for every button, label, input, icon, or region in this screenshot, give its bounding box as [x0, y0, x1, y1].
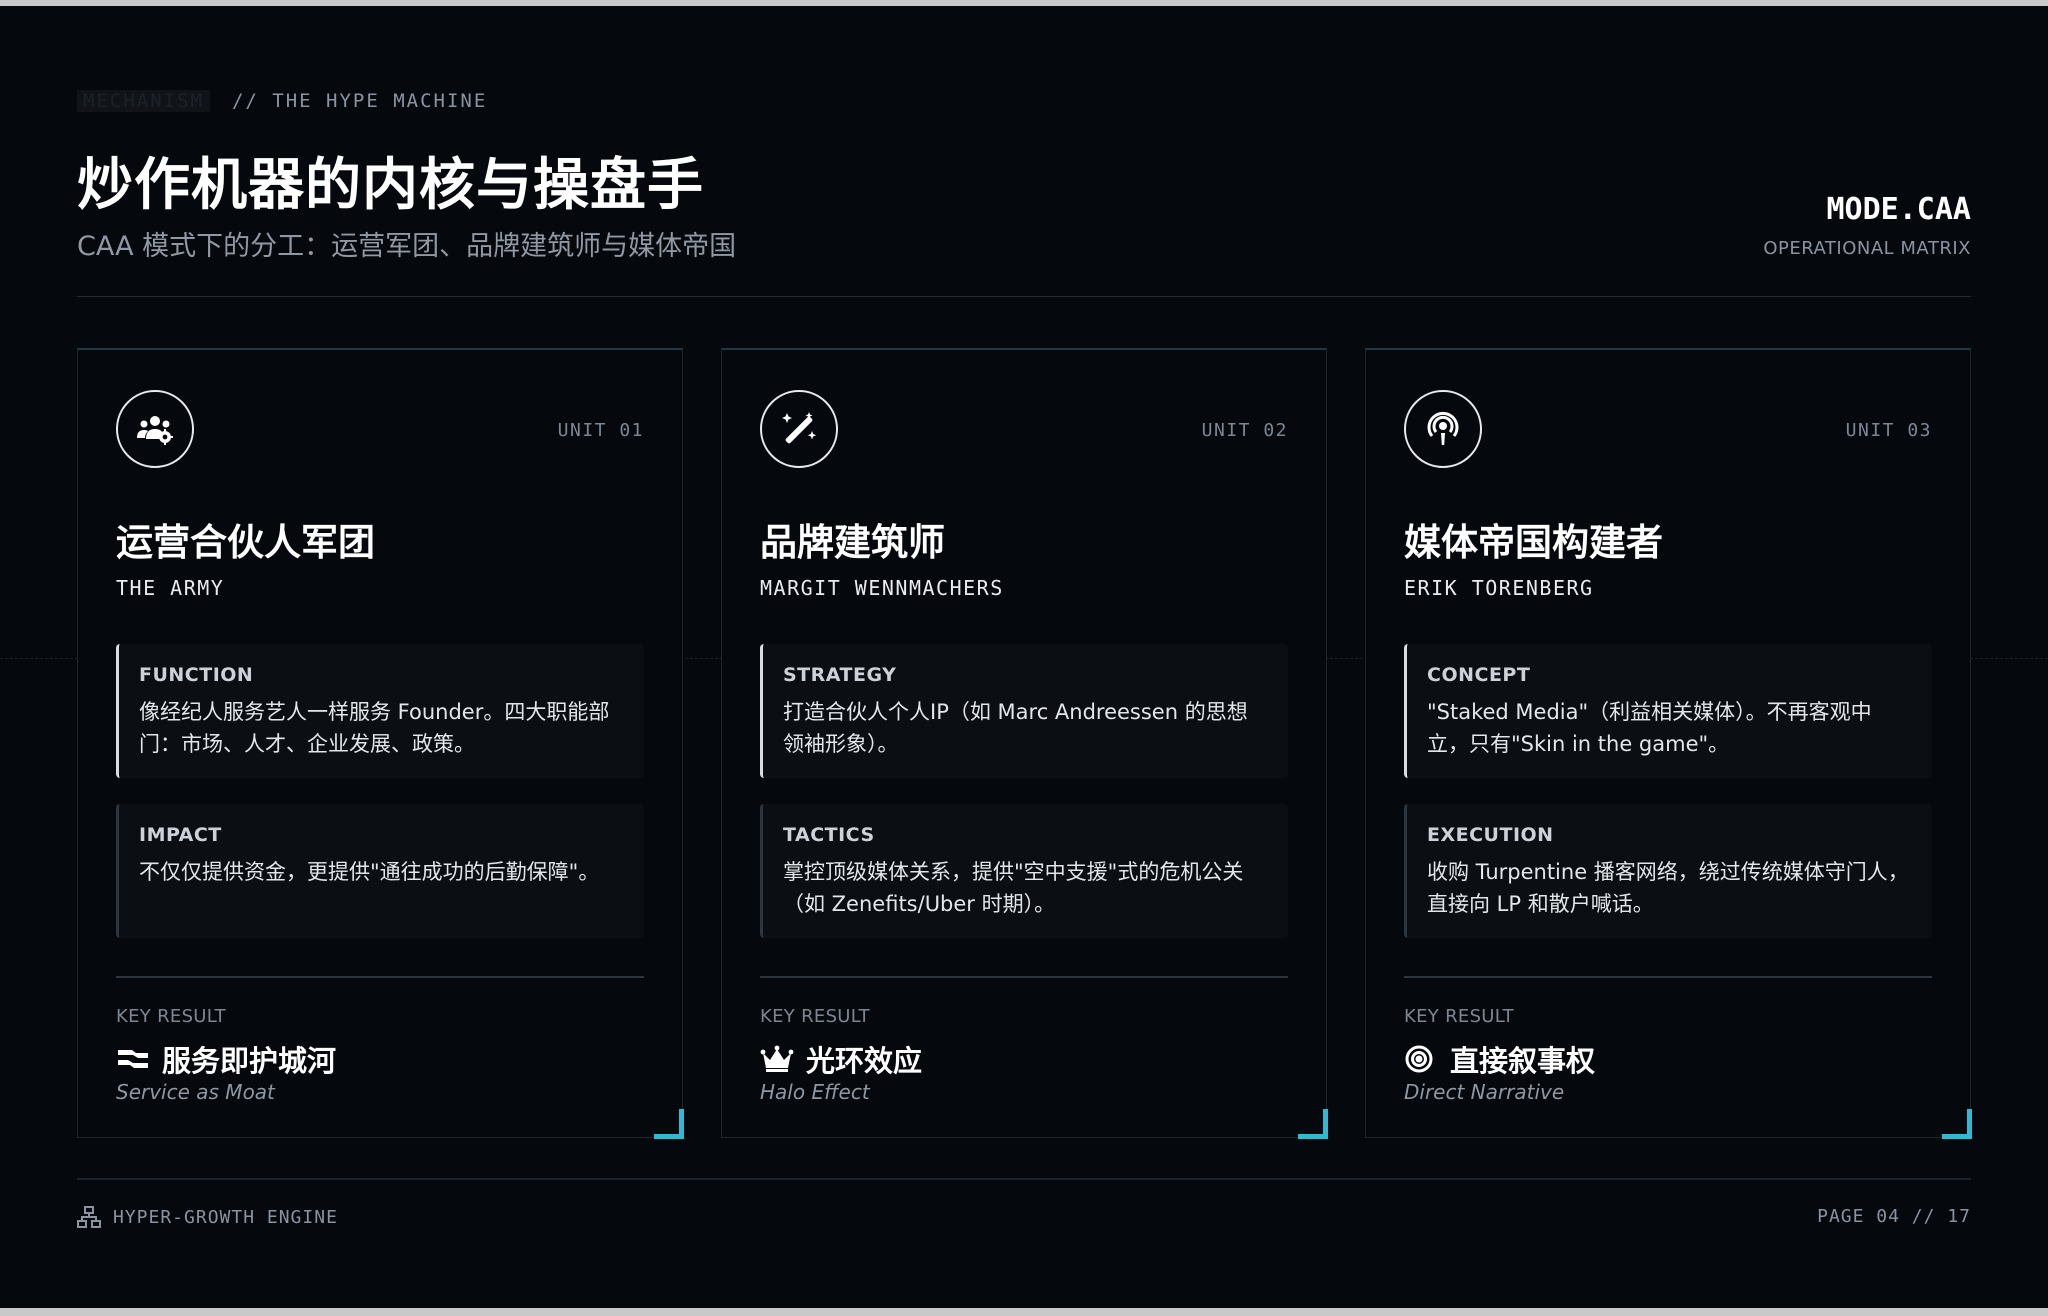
- crown-icon: [760, 1045, 794, 1072]
- page-number: PAGE 04 // 17: [1817, 1206, 1971, 1227]
- corner-accent: [1942, 1109, 1972, 1139]
- footer-label: HYPER-GROWTH ENGINE: [113, 1206, 338, 1228]
- header-divider: [77, 296, 1971, 297]
- block-label: CONCEPT: [1427, 664, 1531, 686]
- footer-left: HYPER-GROWTH ENGINE: [77, 1206, 338, 1228]
- card-block-execution: EXECUTION 收购 Turpentine 播客网络，绕过传统媒体守门人，直…: [1404, 804, 1932, 938]
- key-result-label: KEY RESULT: [1404, 1006, 1514, 1027]
- users-gear-icon: [116, 390, 194, 468]
- block-label: TACTICS: [783, 824, 875, 846]
- block-label: FUNCTION: [139, 664, 254, 686]
- key-result-title: 光环效应: [760, 1038, 922, 1080]
- footer-divider: [77, 1178, 1971, 1180]
- block-text: 掌控顶级媒体关系，提供"空中支援"式的危机公关（如 Zenefits/Uber …: [783, 860, 1244, 916]
- key-result-english: Direct Narrative: [1404, 1080, 1565, 1104]
- card-unit-02: UNIT 02 品牌建筑师 MARGIT WENNMACHERS STRATEG…: [721, 348, 1328, 1139]
- card-subtitle: MARGIT WENNMACHERS: [760, 576, 1004, 600]
- unit-label: UNIT 02: [1201, 420, 1288, 441]
- card-block-concept: CONCEPT "Staked Media"（利益相关媒体）。不再客观中立，只有…: [1404, 644, 1932, 778]
- key-result-text: 光环效应: [806, 1044, 923, 1078]
- page-subtitle: CAA 模式下的分工：运营军团、品牌建筑师与媒体帝国: [77, 231, 737, 262]
- handshake-icon: [118, 1050, 148, 1068]
- block-text: 收购 Turpentine 播客网络，绕过传统媒体守门人，直接向 LP 和散户喊…: [1427, 860, 1909, 916]
- key-result-english: Service as Moat: [116, 1080, 275, 1104]
- podcast-icon: [1404, 390, 1482, 468]
- card-unit-01: UNIT 01 运营合伙人军团 THE ARMY FUNCTION 像经纪人服务…: [77, 348, 684, 1139]
- key-result-divider: [116, 976, 644, 978]
- card-title: 运营合伙人军团: [116, 521, 375, 564]
- block-label: EXECUTION: [1427, 824, 1554, 846]
- sitemap-icon: [77, 1206, 101, 1228]
- bullseye-icon: [1405, 1045, 1433, 1073]
- unit-label: UNIT 01: [557, 420, 644, 441]
- card-block-function: FUNCTION 像经纪人服务艺人一样服务 Founder。四大职能部门：市场、…: [116, 644, 644, 778]
- key-result-english: Halo Effect: [760, 1080, 870, 1104]
- slide: MECHANISM // THE HYPE MACHINE 炒作机器的内核与操盘手…: [0, 6, 2048, 1308]
- key-result-text: 服务即护城河: [162, 1044, 337, 1078]
- corner-accent: [1298, 1109, 1328, 1139]
- card-subtitle: THE ARMY: [116, 576, 225, 600]
- block-label: STRATEGY: [783, 664, 897, 686]
- card-block-strategy: STRATEGY 打造合伙人个人IP（如 Marc Andreessen 的思想…: [760, 644, 1288, 778]
- block-text: 像经纪人服务艺人一样服务 Founder。四大职能部门：市场、人才、企业发展、政…: [139, 700, 610, 756]
- key-result-divider: [760, 976, 1288, 978]
- card-block-tactics: TACTICS 掌控顶级媒体关系，提供"空中支援"式的危机公关（如 Zenefi…: [760, 804, 1288, 938]
- page-title: 炒作机器的内核与操盘手: [77, 153, 704, 218]
- corner-accent: [654, 1109, 684, 1139]
- key-result-label: KEY RESULT: [116, 1006, 226, 1027]
- key-result-title: 服务即护城河: [116, 1038, 336, 1080]
- block-text: 不仅仅提供资金，更提供"通往成功的后勤保障"。: [139, 860, 600, 884]
- mode-label: MODE.CAA: [1826, 192, 1972, 227]
- eyebrow: MECHANISM // THE HYPE MACHINE: [77, 90, 487, 112]
- section-tag: MECHANISM: [77, 90, 210, 112]
- magic-wand-icon: [760, 390, 838, 468]
- card-block-impact: IMPACT 不仅仅提供资金，更提供"通往成功的后勤保障"。: [116, 804, 644, 938]
- key-result-title: 直接叙事权: [1404, 1038, 1595, 1080]
- key-result-divider: [1404, 976, 1932, 978]
- key-result-label: KEY RESULT: [760, 1006, 870, 1027]
- block-label: IMPACT: [139, 824, 222, 846]
- card-title: 媒体帝国构建者: [1404, 521, 1663, 564]
- card-subtitle: ERIK TORENBERG: [1404, 576, 1594, 600]
- block-text: 打造合伙人个人IP（如 Marc Andreessen 的思想领袖形象）。: [783, 700, 1248, 756]
- card-unit-03: UNIT 03 媒体帝国构建者 ERIK TORENBERG CONCEPT "…: [1365, 348, 1972, 1139]
- block-text: "Staked Media"（利益相关媒体）。不再客观中立，只有"Skin in…: [1427, 700, 1872, 756]
- unit-label: UNIT 03: [1845, 420, 1932, 441]
- key-result-text: 直接叙事权: [1450, 1044, 1596, 1078]
- card-title: 品牌建筑师: [760, 521, 945, 564]
- mode-sublabel: OPERATIONAL MATRIX: [1763, 238, 1971, 259]
- eyebrow-text: // THE HYPE MACHINE: [231, 90, 488, 112]
